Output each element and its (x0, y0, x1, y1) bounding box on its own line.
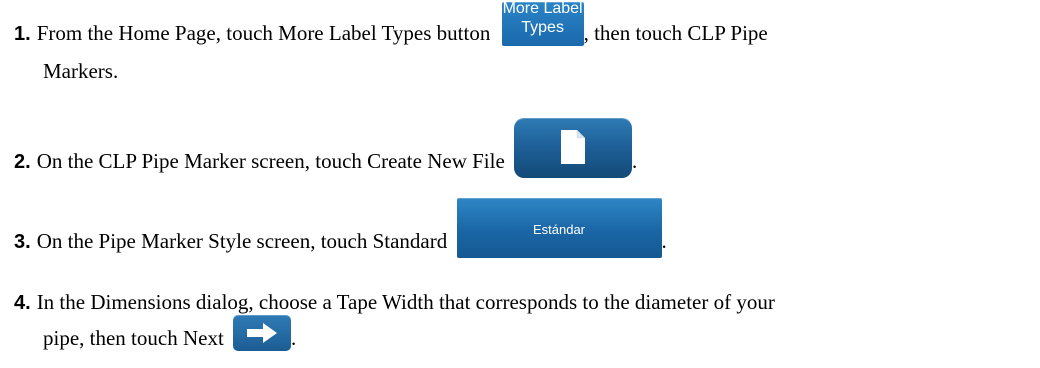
step-3: 3. On the Pipe Marker Style screen, touch… (14, 198, 667, 258)
more-label-types-button[interactable]: More Label Types (501, 0, 584, 47)
step-text: On the CLP Pipe Marker screen, touch Cre… (36, 148, 505, 173)
step-text: pipe, then touch Next (43, 326, 224, 350)
step-number: 3. (14, 230, 31, 253)
step-2: 2. On the CLP Pipe Marker screen, touch C… (14, 118, 638, 178)
button-label: More Label (502, 0, 583, 18)
arrow-right-icon (247, 323, 278, 344)
step-1-line-2: Markers. (43, 59, 119, 83)
step-text: From the Home Page, touch More Label Typ… (36, 21, 491, 45)
step-number: 4. (14, 292, 31, 314)
next-button[interactable] (233, 315, 292, 352)
step-text: On the Pipe Marker Style screen, touch S… (36, 228, 448, 253)
step-4-line-2: pipe, then touch Next . (43, 315, 297, 352)
step-4: 4. In the Dimensions dialog, choose a Tap… (14, 291, 775, 314)
button-label: Types (521, 19, 564, 37)
step-text-after: . (291, 326, 297, 350)
step-text: In the Dimensions dialog, choose a Tape … (36, 290, 775, 314)
standard-button[interactable]: Estándar (456, 198, 662, 258)
create-new-file-button[interactable] (514, 118, 633, 178)
button-label: Estándar (532, 222, 586, 237)
step-text-after: , then touch CLP Pipe (583, 21, 768, 45)
step-text-after: . (661, 228, 667, 253)
step-text-after: . (632, 148, 638, 173)
step-1: 1. From the Home Page, touch More Label T… (14, 0, 768, 47)
new-file-icon (561, 130, 586, 164)
step-number: 1. (14, 23, 31, 45)
step-number: 2. (14, 150, 31, 173)
